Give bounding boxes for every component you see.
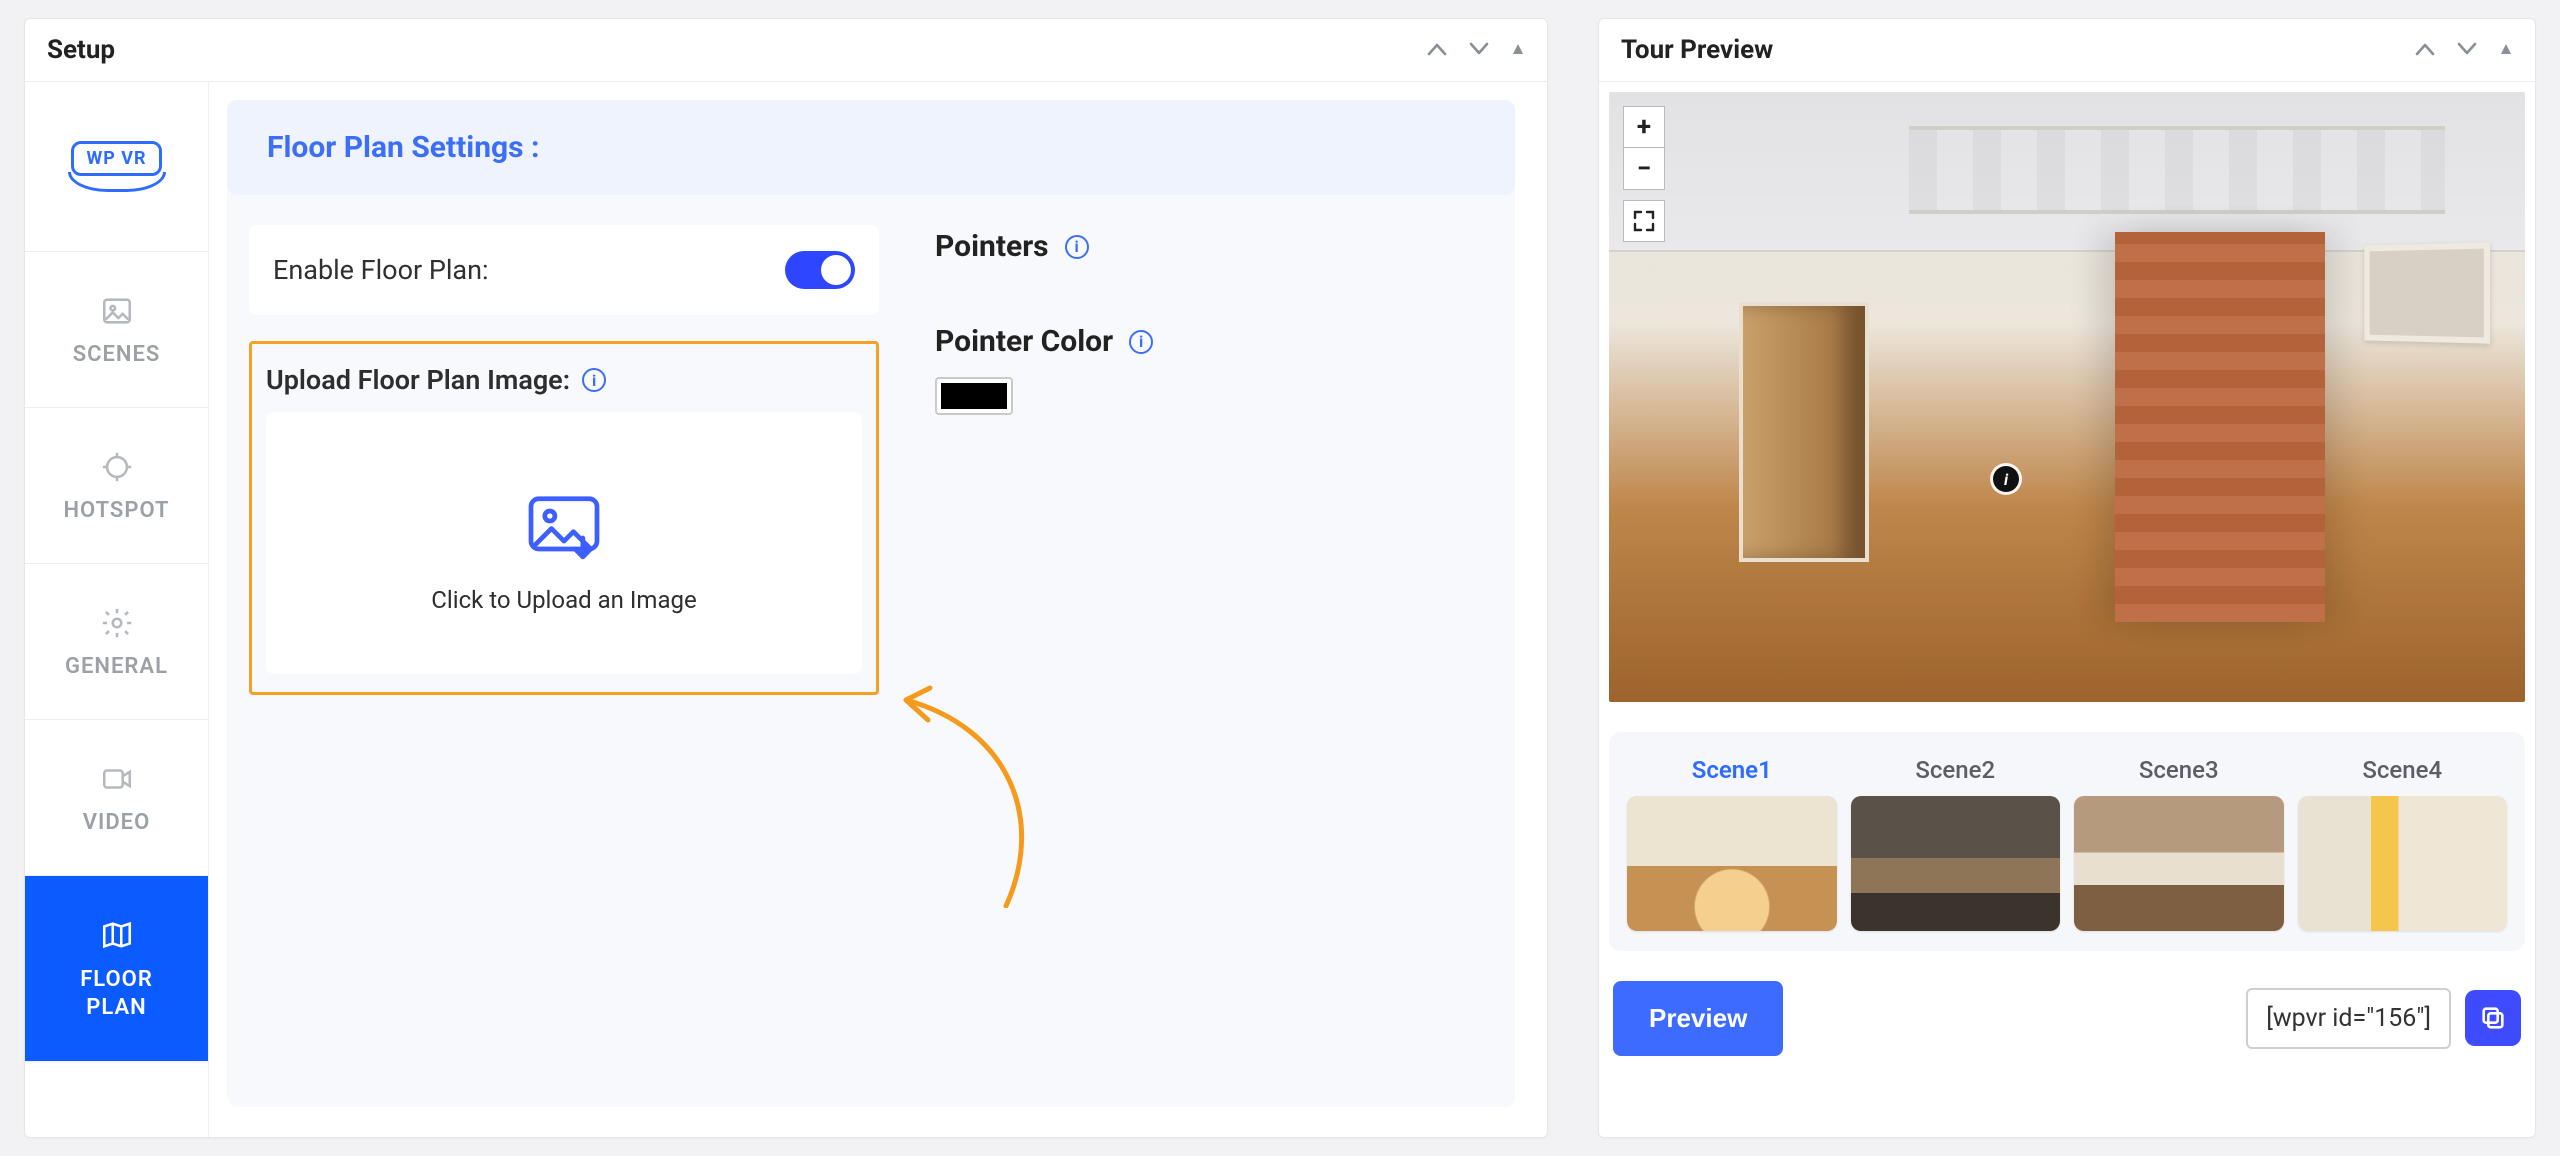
zoom-out-button[interactable]: − [1623,148,1665,190]
nav-hotspot[interactable]: HOTSPOT [25,408,208,564]
scene-label: Scene1 [1692,756,1772,784]
fullscreen-button[interactable] [1623,200,1665,242]
zoom-in-button[interactable]: + [1623,106,1665,148]
scene-thumb-4[interactable]: Scene4 [2298,756,2508,931]
nav-scenes[interactable]: SCENES [25,252,208,408]
scene-thumb-image [2074,796,2284,931]
upload-image-icon [526,494,602,560]
pointers-label: Pointers [935,229,1049,264]
hotspot-info-marker[interactable]: i [1993,466,2019,492]
shortcode-text[interactable]: [wpvr id="156"] [2246,988,2451,1049]
upload-floor-plan-label: Upload Floor Plan Image: [266,364,570,396]
panel-move-up-icon[interactable] [1427,39,1447,61]
upload-floor-plan-card: Upload Floor Plan Image: i [249,341,879,695]
panel-collapse-icon[interactable] [2499,39,2513,61]
scene-thumbnails: Scene1 Scene2 Scene3 Scene4 [1609,732,2525,951]
scene-thumb-image [1851,796,2061,931]
scene-label: Scene2 [1915,756,1995,784]
pointer-color-value [941,383,1007,409]
panel-move-down-icon[interactable] [2457,39,2477,61]
video-icon [100,762,134,796]
nav-video[interactable]: VIDEO [25,720,208,876]
scene-thumb-image [1627,796,1837,931]
panel-collapse-icon[interactable] [1511,39,1525,61]
image-icon [100,294,134,328]
wpvr-logo-text: WP VR [71,141,161,176]
info-icon[interactable]: i [1129,330,1153,354]
scene-label: Scene3 [2139,756,2219,784]
setup-panel-header: Setup [25,19,1547,82]
preview-title: Tour Preview [1621,35,1773,65]
upload-caption: Click to Upload an Image [431,586,696,614]
enable-floor-plan-label: Enable Floor Plan: [273,254,489,286]
pointer-color-swatch[interactable] [935,377,1013,415]
map-icon [100,918,134,952]
floor-plan-settings-heading: Floor Plan Settings : [267,130,1475,165]
fullscreen-icon [1632,209,1656,233]
scene-label: Scene4 [2362,756,2442,784]
scene-thumb-3[interactable]: Scene3 [2074,756,2284,931]
upload-floor-plan-dropzone[interactable]: Click to Upload an Image [266,412,862,674]
setup-side-nav: WP VR SCENES HOTSPOT [25,82,209,1137]
pointer-color-label: Pointer Color [935,324,1113,359]
info-icon[interactable]: i [1065,235,1089,259]
nav-floor-plan[interactable]: FLOOR PLAN [25,876,208,1062]
nav-label: FLOOR PLAN [80,966,153,1021]
gear-icon [100,606,134,640]
tour-viewer[interactable]: + − i [1609,92,2525,702]
preview-panel-header: Tour Preview [1599,19,2535,82]
scene-thumb-image [2298,796,2508,931]
section-title-bar: Floor Plan Settings : [227,100,1515,195]
nav-general[interactable]: GENERAL [25,564,208,720]
preview-button[interactable]: Preview [1613,981,1783,1056]
nav-label: VIDEO [83,810,151,835]
panel-move-down-icon[interactable] [1469,39,1489,61]
scene-thumb-1[interactable]: Scene1 [1627,756,1837,931]
copy-shortcode-button[interactable] [2465,990,2521,1046]
enable-floor-plan-row: Enable Floor Plan: [249,225,879,315]
nav-label: SCENES [73,342,161,367]
wpvr-logo: WP VR [25,82,208,252]
nav-label: GENERAL [65,654,168,679]
info-icon[interactable]: i [582,368,606,392]
panel-move-up-icon[interactable] [2415,39,2435,61]
nav-label: HOTSPOT [63,498,169,523]
target-icon [100,450,134,484]
setup-title: Setup [47,35,115,65]
enable-floor-plan-toggle[interactable] [785,251,855,289]
scene-thumb-2[interactable]: Scene2 [1851,756,2061,931]
copy-icon [2479,1004,2507,1032]
